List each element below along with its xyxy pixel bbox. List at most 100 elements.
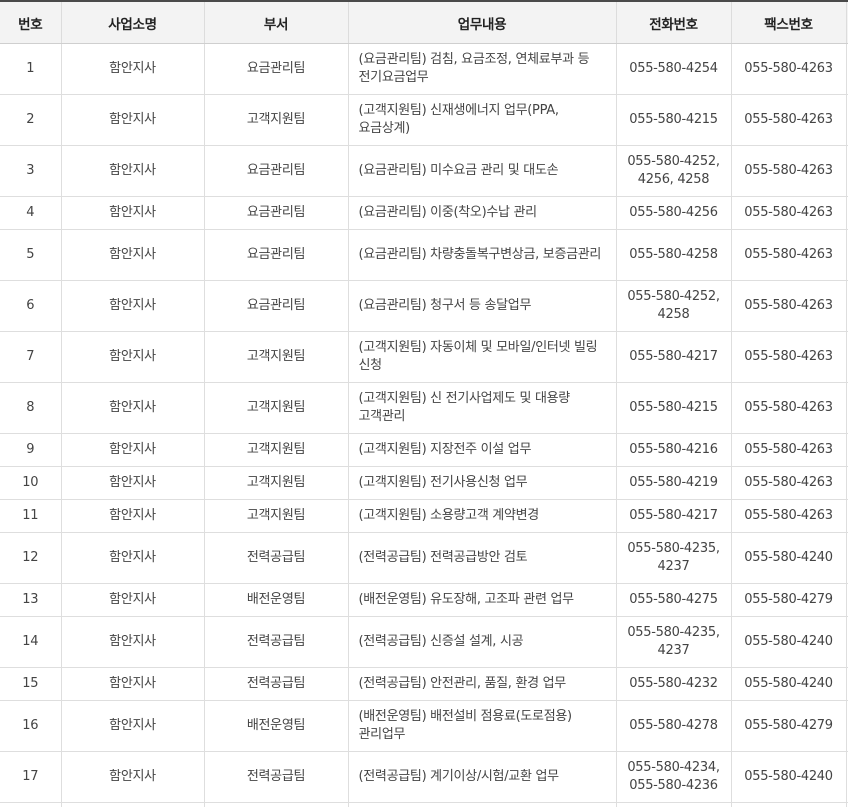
cell-work: (고객지원팀) 자동이체 및 모바일/인터넷 빌링 신청 <box>347 331 616 383</box>
cell-department: 전력공급팀 <box>203 751 348 803</box>
table-row: 10 함안지사 고객지원팀 (고객지원팀) 전기사용신청 업무 055-580-… <box>0 466 848 500</box>
cell-number: 15 <box>0 667 61 701</box>
table-header-row: 번호 사업소명 부서 업무내용 전화번호 팩스번호 <box>0 0 848 44</box>
cell-phone: 055-580-4215 <box>615 94 731 146</box>
table-row: 6 함안지사 요금관리팀 (요금관리팀) 청구서 등 송달업무 055-580-… <box>0 280 848 332</box>
cell-number <box>0 802 61 807</box>
cell-number: 1 <box>0 43 61 95</box>
cell-number: 3 <box>0 145 61 197</box>
table-row: 2 함안지사 고객지원팀 (고객지원팀) 신재생에너지 업무(PPA, 요금상계… <box>0 94 848 146</box>
cell-fax: 055-580-4263 <box>730 196 846 230</box>
table-row: 12 함안지사 전력공급팀 (전력공급팀) 전력공급방안 검토 055-580-… <box>0 532 848 584</box>
cell-department: 배전운영팀 <box>203 583 348 617</box>
cell-number: 14 <box>0 616 61 668</box>
cell-number: 6 <box>0 280 61 332</box>
table-row: 3 함안지사 요금관리팀 (요금관리팀) 미수요금 관리 및 대도손 055-5… <box>0 145 848 197</box>
cell-phone: 055-580-4234, 055-580-4236 <box>615 751 731 803</box>
table-body: 1 함안지사 요금관리팀 (요금관리팀) 검침, 요금조정, 연체료부과 등 전… <box>0 43 848 807</box>
cell-number: 12 <box>0 532 61 584</box>
table-row: 4 함안지사 요금관리팀 (요금관리팀) 이중(착오)수납 관리 055-580… <box>0 196 848 230</box>
cell-work: (고객지원팀) 소용량고객 계약변경 <box>347 499 616 533</box>
cell-office: 함안지사 <box>60 751 204 803</box>
cell-office: 함안지사 <box>60 94 204 146</box>
cell-work: (고객지원팀) 지장전주 이설 업무 <box>347 433 616 467</box>
cell-department: 고객지원팀 <box>203 433 348 467</box>
cell-department: 고객지원팀 <box>203 499 348 533</box>
table-row: 17 함안지사 전력공급팀 (전력공급팀) 계기이상/시험/교환 업무 055-… <box>0 751 848 803</box>
header-office-name: 사업소명 <box>60 0 204 44</box>
cell-phone: 055-580-4258 <box>615 229 731 281</box>
cell-phone: 055-580-4235, 4237 <box>615 532 731 584</box>
contact-table-container: 번호 사업소명 부서 업무내용 전화번호 팩스번호 1 함안지사 요금관리팀 (… <box>0 0 848 807</box>
cell-fax: 055-580-4263 <box>730 499 846 533</box>
cell-office: 함안지사 <box>60 382 204 434</box>
cell-work: (요금관리팀) 검침, 요금조정, 연체료부과 등 전기요금업무 <box>347 43 616 95</box>
cell-fax <box>730 802 846 807</box>
cell-phone: 055-580-4252, 4258 <box>615 280 731 332</box>
department-contact-table: 번호 사업소명 부서 업무내용 전화번호 팩스번호 1 함안지사 요금관리팀 (… <box>0 0 848 807</box>
cell-number: 13 <box>0 583 61 617</box>
cell-number: 4 <box>0 196 61 230</box>
cell-office: 함안지사 <box>60 229 204 281</box>
cell-work: (요금관리팀) 차량충돌복구변상금, 보증금관리 <box>347 229 616 281</box>
header-work-description: 업무내용 <box>347 0 616 44</box>
cell-number: 2 <box>0 94 61 146</box>
cell-fax: 055-580-4263 <box>730 331 846 383</box>
header-department: 부서 <box>203 0 348 44</box>
cell-work: (배전운영팀) 배전설비 점용료(도로점용) 관리업무 <box>347 700 616 752</box>
table-row: 1 함안지사 요금관리팀 (요금관리팀) 검침, 요금조정, 연체료부과 등 전… <box>0 43 848 95</box>
cell-fax: 055-580-4240 <box>730 616 846 668</box>
cell-phone: 055-580-4216 <box>615 433 731 467</box>
cell-work: (고객지원팀) 신재생에너지 업무(PPA, 요금상계) <box>347 94 616 146</box>
cell-department: 전력공급팀 <box>203 532 348 584</box>
cell-office: 함안지사 <box>60 499 204 533</box>
cell-fax: 055-580-4240 <box>730 667 846 701</box>
cell-work: (요금관리팀) 미수요금 관리 및 대도손 <box>347 145 616 197</box>
cell-fax: 055-580-4240 <box>730 751 846 803</box>
cell-work: (고객지원팀) 전기사용신청 업무 <box>347 466 616 500</box>
cell-number: 11 <box>0 499 61 533</box>
cell-office: 함안지사 <box>60 280 204 332</box>
cell-phone: 055-580-4256 <box>615 196 731 230</box>
cell-phone: 055-580-4217 <box>615 331 731 383</box>
cell-fax: 055-580-4263 <box>730 382 846 434</box>
cell-office: 함안지사 <box>60 667 204 701</box>
cell-fax: 055-580-4279 <box>730 700 846 752</box>
cell-department: 배전운영팀 <box>203 700 348 752</box>
cell-work: (배전운영팀) 유도장해, 고조파 관련 업무 <box>347 583 616 617</box>
cell-phone: 055-580-4278 <box>615 700 731 752</box>
header-fax-number: 팩스번호 <box>730 0 846 44</box>
cell-fax: 055-580-4240 <box>730 532 846 584</box>
cell-phone: 055-580-4215 <box>615 382 731 434</box>
cell-office: 함안지사 <box>60 583 204 617</box>
table-row: 16 함안지사 배전운영팀 (배전운영팀) 배전설비 점용료(도로점용) 관리업… <box>0 700 848 752</box>
cell-department: 요금관리팀 <box>203 229 348 281</box>
cell-department: 요금관리팀 <box>203 145 348 197</box>
cell-office: 함안지사 <box>60 700 204 752</box>
cell-fax: 055-580-4263 <box>730 433 846 467</box>
cell-phone <box>615 802 731 807</box>
table-row: 8 함안지사 고객지원팀 (고객지원팀) 신 전기사업제도 및 대용량 고객관리… <box>0 382 848 434</box>
cell-work: (전력공급팀) 신증설 설계, 시공 <box>347 616 616 668</box>
cell-fax: 055-580-4263 <box>730 43 846 95</box>
cell-fax: 055-580-4263 <box>730 466 846 500</box>
cell-fax: 055-580-4279 <box>730 583 846 617</box>
cell-work: (전력공급팀) 계기이상/시험/교환 업무 <box>347 751 616 803</box>
cell-fax: 055-580-4263 <box>730 229 846 281</box>
cell-phone: 055-580-4254 <box>615 43 731 95</box>
table-row: 13 함안지사 배전운영팀 (배전운영팀) 유도장해, 고조파 관련 업무 05… <box>0 583 848 617</box>
cell-office: 함안지사 <box>60 532 204 584</box>
cell-fax: 055-580-4263 <box>730 145 846 197</box>
cell-fax: 055-580-4263 <box>730 280 846 332</box>
cell-phone: 055-580-4232 <box>615 667 731 701</box>
cell-phone: 055-580-4219 <box>615 466 731 500</box>
table-row: 14 함안지사 전력공급팀 (전력공급팀) 신증설 설계, 시공 055-580… <box>0 616 848 668</box>
cell-work: (요금관리팀) 이중(착오)수납 관리 <box>347 196 616 230</box>
cell-number: 17 <box>0 751 61 803</box>
cell-department: 요금관리팀 <box>203 280 348 332</box>
cell-department <box>203 802 348 807</box>
cell-work: (전력공급팀) 전력공급방안 검토 <box>347 532 616 584</box>
cell-office: 함안지사 <box>60 145 204 197</box>
cell-number: 5 <box>0 229 61 281</box>
cell-department: 고객지원팀 <box>203 466 348 500</box>
